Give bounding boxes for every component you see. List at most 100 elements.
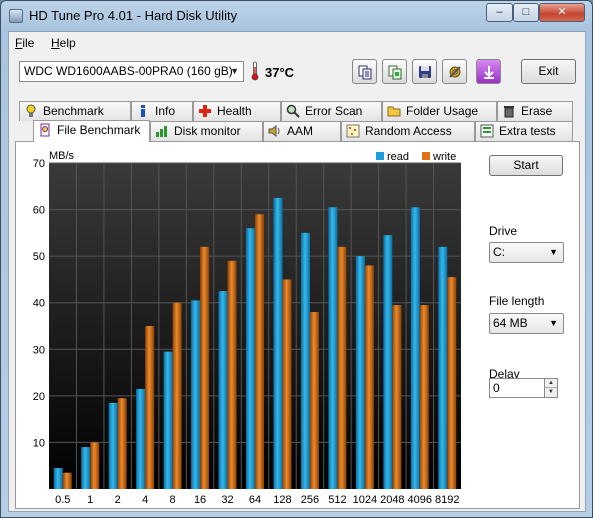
save-button[interactable] [412,59,437,84]
bar-read-128 [273,197,283,489]
x-tick-label: 256 [301,494,319,506]
tab-aam-label: AAM [287,124,314,138]
bar-read-16 [191,300,201,489]
drive-combo[interactable]: C: ▼ [489,242,564,263]
tab-disk-monitor-label: Disk monitor [174,124,241,138]
bar-read-4096 [410,207,420,489]
close-button[interactable]: ✕ [539,3,585,22]
x-tick-label: 32 [221,494,233,506]
y-tick-label: 40 [33,298,45,310]
benchmark-chart: 10 20 30 40 50 60 70 0.5 1 2 4 8 16 32 64 128 256 512 102… [33,150,461,506]
health-icon [198,104,212,118]
y-tick-label: 50 [33,251,45,263]
drive-select[interactable]: WDC WD1600AABS-00PRA0 (160 gB) ▼ [19,61,244,82]
stepper-down-icon[interactable]: ▼ [545,388,557,397]
tab-benchmark-label: Benchmark [43,104,104,118]
file-length-label: File length [489,294,545,308]
tab-random-access-label: Random Access [365,124,452,138]
exit-button[interactable]: Exit [521,59,576,84]
start-button[interactable]: Start [489,155,563,176]
x-tick-label: 8 [170,494,176,506]
x-tick-label: 128 [273,494,291,506]
options-button[interactable] [442,59,467,84]
legend-read-swatch [376,152,384,160]
temperature-readout: 37°C [265,65,295,80]
x-tick-label: 0.5 [55,494,70,506]
bar-write-4 [145,326,155,489]
random-access-icon [346,124,360,138]
tab-info[interactable]: Info [131,101,193,121]
legend-write-label: write [432,151,456,163]
tab-erase[interactable]: Erase [497,101,573,121]
title-bar[interactable]: HD Tune Pro 4.01 - Hard Disk Utility – □… [1,1,592,31]
bar-write-4096 [419,305,429,489]
tab-aam[interactable]: AAM [263,121,341,141]
copy-screenshot-button[interactable] [382,59,407,84]
y-axis-label: MB/s [49,150,75,162]
download-icon [483,65,494,79]
bar-write-8192 [447,277,457,489]
file-benchmark-panel: 10 20 30 40 50 60 70 0.5 1 2 4 8 16 32 64 128 256 512 102… [15,141,580,509]
y-tick-label: 20 [33,391,45,403]
window-title: HD Tune Pro 4.01 - Hard Disk Utility [29,8,238,23]
file-benchmark-icon [38,123,52,137]
tab-disk-monitor[interactable]: Disk monitor [150,121,263,141]
tab-strip: Benchmark Info Health Error Scan Folder … [9,101,585,143]
x-tick-label: 1 [87,494,93,506]
tab-error-scan[interactable]: Error Scan [281,101,382,121]
y-tick-label: 60 [33,205,45,217]
tab-benchmark[interactable]: Benchmark [19,101,131,121]
bar-read-64 [246,228,255,489]
bar-write-512 [337,246,347,489]
tab-folder-usage-label: Folder Usage [406,104,479,118]
tab-erase-label: Erase [521,104,553,118]
tab-health-label: Health [217,104,252,118]
download-button[interactable] [476,59,501,84]
x-tick-label: 2048 [380,494,404,506]
tab-error-scan-label: Error Scan [305,104,363,118]
extra-tests-icon [480,124,494,138]
bar-read-2048 [383,235,393,489]
menu-help[interactable]: Help [51,36,76,50]
stepper-up-icon[interactable]: ▲ [545,379,557,388]
tab-random-access[interactable]: Random Access [341,121,475,141]
maximize-button[interactable]: □ [513,3,539,22]
legend-write-swatch [422,152,430,160]
delay-stepper[interactable]: ▲ ▼ [544,378,558,398]
menu-file[interactable]: File [15,36,34,50]
speaker-icon [268,124,282,138]
x-tick-label: 64 [249,494,261,506]
copy-screenshot-icon [388,65,401,79]
bar-write-1 [90,442,100,489]
minimize-button[interactable]: – [486,3,513,22]
bar-read-8 [163,351,173,489]
file-length-combo[interactable]: 64 MB ▼ [489,313,564,334]
bar-write-2048 [392,305,402,489]
x-tick-label: 4096 [408,494,432,506]
y-tick-label: 30 [33,344,45,356]
x-tick-label: 16 [194,494,206,506]
delay-input[interactable]: 0 [489,378,545,398]
y-tick-label: 10 [33,437,45,449]
toolbar: WDC WD1600AABS-00PRA0 (160 gB) ▼ 37°C Ex… [9,53,585,97]
tab-folder-usage[interactable]: Folder Usage [382,101,497,121]
folder-icon [387,104,401,118]
thermometer-icon [251,61,259,81]
bar-read-1024 [355,256,365,489]
bar-write-16 [200,246,210,489]
x-tick-label: 2 [115,494,121,506]
client-area: File Help WDC WD1600AABS-00PRA0 (160 gB)… [8,31,586,512]
x-tick-label: 1024 [353,494,377,506]
bar-write-256 [309,312,319,489]
copy-text-button[interactable] [352,59,377,84]
app-icon [9,9,23,23]
chevron-down-icon: ▼ [549,247,558,257]
tab-file-benchmark[interactable]: File Benchmark [33,120,150,142]
tab-extra-tests[interactable]: Extra tests [475,121,573,141]
tab-health[interactable]: Health [193,101,281,121]
bar-write-0.5 [62,472,72,489]
menu-bar: File Help [9,32,585,53]
bar-write-1024 [364,265,374,489]
bar-read-512 [328,207,338,489]
error-scan-icon [286,104,300,118]
